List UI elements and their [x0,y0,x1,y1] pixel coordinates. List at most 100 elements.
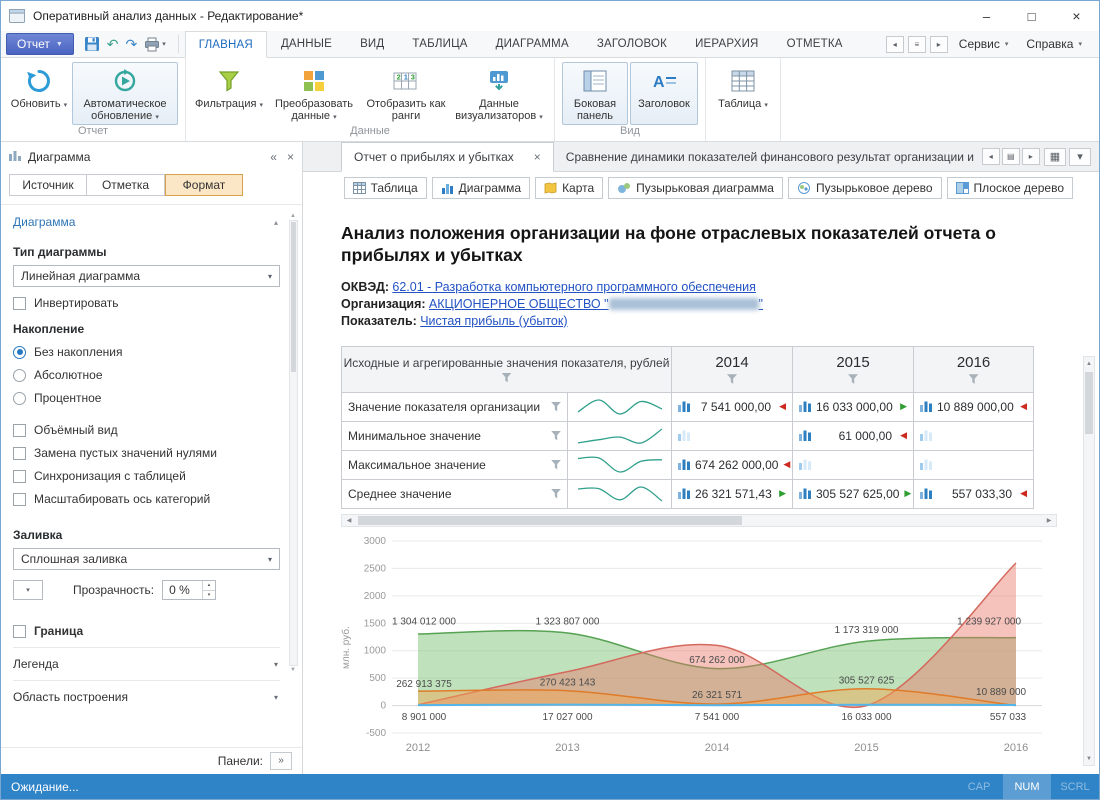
ribbon-tab-0[interactable]: ГЛАВНАЯ [185,31,267,58]
row-name-cell[interactable]: Максимальное значение [342,450,568,479]
ribbon-groups-button[interactable]: ≡ [908,36,926,53]
filter-icon[interactable] [848,374,858,384]
border-option[interactable]: Граница [13,624,280,638]
ribbon-scroll-left-button[interactable]: ◂ [886,36,904,53]
save-button[interactable] [82,33,102,55]
transparency-spinner[interactable]: 0 % ▴▾ [162,580,216,600]
view-table-button[interactable]: Таблица [344,177,427,199]
report-menu-button[interactable]: Отчет▼ [6,33,74,55]
value-cell[interactable]: 61 000,00◀ [793,421,914,450]
line-area-chart[interactable]: -500050010001500200025003000201220132014… [352,531,1052,766]
filter-icon[interactable] [502,373,512,383]
scroll-down-icon[interactable]: ▼ [1084,752,1094,765]
radio-button[interactable] [13,369,26,382]
doc-tab-profit-report[interactable]: Отчет о прибылях и убытках × [341,142,554,172]
tabs-list-button[interactable]: ▤ [1002,148,1020,165]
checkbox[interactable] [13,470,26,483]
view-bubble-chart-button[interactable]: Пузырьковая диаграмма [608,177,783,199]
year-column-2016[interactable]: 2016 [914,346,1034,392]
value-cell[interactable]: 16 033 000,00▶ [793,392,914,421]
collapse-panel-button[interactable]: « [270,150,277,164]
sidebar-tab-2[interactable]: Формат [165,174,243,196]
value-cell[interactable]: 2 598 611 000,00▶ [914,421,1034,450]
table-header-main[interactable]: Исходные и агрегированные значения показ… [342,346,672,392]
checkbox-option-0[interactable]: Объёмный вид [13,423,280,437]
spinner-arrows[interactable]: ▴▾ [202,581,215,599]
maximize-button[interactable]: □ [1009,1,1054,31]
row-name-cell[interactable]: Минимальное значение [342,421,568,450]
view-chart-button[interactable]: Диаграмма [432,177,530,199]
doc-tab-comparison[interactable]: Сравнение динамики показателей финансово… [554,142,974,171]
indicator-link[interactable]: Чистая прибыль (убыток) [420,314,567,328]
layout-button[interactable]: ▦ [1044,148,1066,166]
sidebar-tab-1[interactable]: Отметка [87,174,165,196]
value-cell[interactable]: 7 541 000,00◀ [672,392,793,421]
filter-icon[interactable] [551,402,561,412]
service-menu[interactable]: Сервис▾ [952,37,1016,51]
scroll-left-icon[interactable]: ◀ [342,515,356,526]
invert-checkbox[interactable] [13,297,26,310]
border-checkbox[interactable] [13,625,26,638]
transform-data-button[interactable]: Преобразовать данные ▾ [267,62,361,125]
value-cell[interactable]: 305 527 625,00▶ [793,479,914,508]
table-button[interactable]: Таблица ▾ [713,62,773,125]
report-vertical-scrollbar[interactable]: ▲ ▼ [1083,356,1095,766]
year-column-2014[interactable]: 2014 [672,346,793,392]
value-cell[interactable]: 674 262 000,00◀ [672,450,793,479]
visualizer-data-button[interactable]: Данные визуализаторов ▾ [451,62,547,125]
tabs-scroll-right-button[interactable]: ▸ [1022,148,1040,165]
radio-option-2[interactable]: Процентное [13,391,280,405]
minimize-button[interactable]: – [964,1,1009,31]
radio-option-1[interactable]: Абсолютное [13,368,280,382]
close-panel-button[interactable]: × [287,150,294,164]
scroll-down-icon[interactable]: ▼ [290,666,296,674]
ribbon-tab-1[interactable]: ДАННЫЕ [267,31,346,57]
filter-icon[interactable] [551,431,561,441]
checkbox[interactable] [13,493,26,506]
ribbon-tab-3[interactable]: ТАБЛИЦА [398,31,481,57]
ribbon-tab-5[interactable]: ЗАГОЛОВОК [583,31,681,57]
filter-icon[interactable] [727,374,737,384]
checkbox-option-3[interactable]: Масштабировать ось категорий [13,492,280,506]
fill-color-button[interactable]: ▾ [13,580,43,600]
fill-type-select[interactable]: Сплошная заливка ▾ [13,548,280,570]
sidebar-tab-0[interactable]: Источник [9,174,87,196]
checkbox-option-1[interactable]: Замена пустых значений нулями [13,446,280,460]
value-cell[interactable]: 1 239 927 000,00▶ [914,450,1034,479]
checkbox-option-2[interactable]: Синхронизация с таблицей [13,469,280,483]
filter-button[interactable]: Фильтрация ▾ [193,62,265,125]
value-cell[interactable]: 10 889 000,00◀ [914,392,1034,421]
okved-link[interactable]: 62.01 - Разработка компьютерного програм… [392,280,756,294]
scrollbar-thumb[interactable] [291,222,296,372]
print-button[interactable]: ▾ [142,33,168,55]
value-cell[interactable]: 1 097 348 000,00▶ [672,421,793,450]
scroll-right-icon[interactable]: ▶ [1042,515,1056,526]
value-cell[interactable]: 557 033,30◀ [914,479,1034,508]
row-name-cell[interactable]: Значение показателя организации [342,392,568,421]
show-as-ranks-button[interactable]: 213 Отобразить как ранги [363,62,449,125]
chart-type-select[interactable]: Линейная диаграмма ▾ [13,265,280,287]
section-plot-area[interactable]: Область построения ▾ [13,680,280,713]
checkbox[interactable] [13,424,26,437]
filter-icon[interactable] [551,460,561,470]
redo-button[interactable]: ↷ [124,33,140,55]
table-horizontal-scrollbar[interactable]: ◀ ▶ [341,514,1057,527]
refresh-button[interactable]: Обновить ▾ [8,62,70,125]
checkbox[interactable] [13,447,26,460]
ribbon-scroll-right-button[interactable]: ▸ [930,36,948,53]
filter-icon[interactable] [969,374,979,384]
year-column-2015[interactable]: 2015 [793,346,914,392]
title-toggle-button[interactable]: A Заголовок [630,62,698,125]
radio-option-0[interactable]: Без накопления [13,345,280,359]
close-button[interactable]: × [1054,1,1099,31]
ribbon-tab-4[interactable]: ДИАГРАММА [482,31,583,57]
close-tab-icon[interactable]: × [534,150,541,164]
ribbon-tab-2[interactable]: ВИД [346,31,398,57]
scroll-up-icon[interactable]: ▲ [1084,357,1094,370]
layout-dropdown-button[interactable]: ▾ [1069,148,1091,166]
value-cell[interactable]: 26 321 571,43▶ [672,479,793,508]
scrollbar-thumb[interactable] [1085,372,1093,434]
scroll-up-icon[interactable]: ▲ [290,212,296,220]
radio-button[interactable] [13,392,26,405]
panels-expand-button[interactable]: » [270,752,292,770]
